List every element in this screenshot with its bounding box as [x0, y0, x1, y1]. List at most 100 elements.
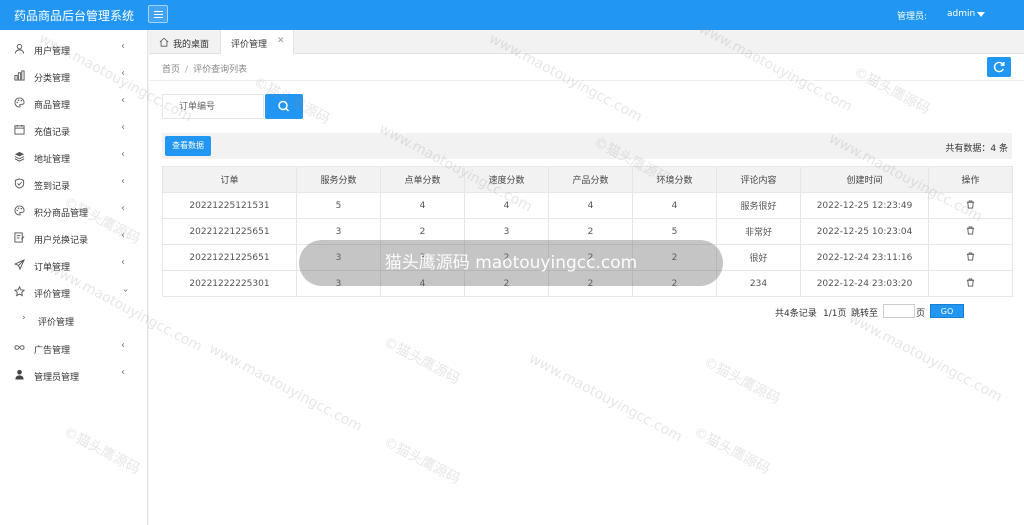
- table-cell: 3: [296, 218, 381, 245]
- sidebar-item-label: 积分商品管理: [34, 209, 89, 219]
- divider: [149, 80, 1024, 81]
- table-cell: 2: [632, 270, 717, 297]
- table-cell: 2022-12-25 12:23:49: [800, 192, 929, 219]
- table-cell: 5: [296, 192, 381, 219]
- go-button[interactable]: GO: [930, 304, 964, 318]
- sidebar-subitem-review-management[interactable]: › 评价管理: [0, 306, 148, 333]
- sidebar-item-points-product-management[interactable]: 积分商品管理 ‹: [0, 197, 148, 224]
- sidebar-item-address-management[interactable]: 地址管理 ‹: [0, 143, 148, 170]
- refresh-button[interactable]: [987, 57, 1011, 77]
- action-cell: [928, 192, 1013, 219]
- sidebar-item-checkin-records[interactable]: 签到记录 ‹: [0, 170, 148, 197]
- chevron-left-icon: ‹: [121, 176, 125, 187]
- palette-icon: [14, 97, 25, 108]
- sidebar-item-user-redemption-records[interactable]: 用户兑换记录 ‹: [0, 224, 148, 251]
- search-button[interactable]: [265, 94, 303, 119]
- breadcrumb-current: 评价查询列表: [193, 65, 248, 75]
- sidebar-item-label: 分类管理: [34, 74, 71, 84]
- sidebar-item-label: 用户管理: [34, 47, 71, 57]
- sidebar-item-label: 用户兑换记录: [34, 236, 89, 246]
- column-header: 速度分数: [464, 166, 549, 193]
- table-cell: 2: [548, 244, 633, 271]
- total-count: 共有数据：4 条: [945, 144, 1008, 154]
- breadcrumb-home[interactable]: 首页: [162, 65, 180, 75]
- main-content: 首页 / 评价查询列表 查看数据 共有数据：4 条 订单 服务分数 点单分数 速度分…: [149, 54, 1024, 525]
- column-header: 订单: [162, 166, 297, 193]
- table-cell: 4: [380, 192, 465, 219]
- table-cell: 很好: [716, 244, 801, 271]
- sidebar-item-recharge-records[interactable]: 充值记录 ‹: [0, 116, 148, 143]
- tab-review-management[interactable]: 评价管理 ✕: [220, 30, 294, 54]
- search-icon: [278, 100, 290, 112]
- sidebar-item-label: 地址管理: [34, 155, 71, 165]
- sidebar-item-category-management[interactable]: 分类管理 ‹: [0, 62, 148, 89]
- bar-chart-icon: [14, 70, 25, 81]
- column-header: 产品分数: [548, 166, 633, 193]
- chevron-left-icon: ‹: [121, 95, 125, 106]
- sidebar-item-label: 评价管理: [34, 290, 71, 300]
- close-icon[interactable]: ✕: [277, 36, 285, 46]
- table-cell: 3: [464, 218, 549, 245]
- trash-icon[interactable]: [966, 199, 975, 209]
- table-cell: 4: [380, 270, 465, 297]
- trash-icon[interactable]: [966, 277, 975, 287]
- sidebar-item-label: 管理员管理: [34, 373, 80, 383]
- view-data-button[interactable]: 查看数据: [165, 136, 211, 156]
- sidebar: 用户管理 ‹ 分类管理 ‹ 商品管理 ‹ 充值记录 ‹ 地址管理 ‹ 签到记录 …: [0, 30, 148, 525]
- top-bar: 药品商品后台管理系统 管理员: admin: [0, 0, 1024, 30]
- home-icon: [159, 37, 169, 47]
- page-jump-input[interactable]: [883, 304, 915, 318]
- sidebar-item-product-management[interactable]: 商品管理 ‹: [0, 89, 148, 116]
- sidebar-item-review-management[interactable]: 评价管理 ‹: [0, 278, 148, 305]
- column-header: 评论内容: [716, 166, 801, 193]
- sidebar-item-label: 签到记录: [34, 182, 71, 192]
- table-cell: 3: [296, 270, 381, 297]
- menu-toggle-button[interactable]: [148, 5, 168, 23]
- admin-user-menu[interactable]: admin: [947, 9, 975, 19]
- tab-home[interactable]: 我的桌面: [149, 30, 219, 54]
- caret-down-icon[interactable]: [977, 12, 985, 17]
- tab-bar: 我的桌面 评价管理 ✕: [149, 30, 1024, 54]
- table-cell: 2: [464, 270, 549, 297]
- hamburger-icon: [154, 11, 163, 12]
- sidebar-item-label: 商品管理: [34, 101, 71, 111]
- table-cell: 3: [380, 244, 465, 271]
- chevron-left-icon: ‹: [121, 367, 125, 378]
- breadcrumb-separator: /: [185, 65, 189, 75]
- chevron-left-icon: ‹: [121, 68, 125, 79]
- chevron-left-icon: ‹: [121, 230, 125, 241]
- trash-icon[interactable]: [966, 225, 975, 235]
- table-cell: 2: [380, 218, 465, 245]
- table-cell: 2022-12-25 10:23:04: [800, 218, 929, 245]
- send-icon: [14, 259, 25, 270]
- table-row: 20221221225651 3 2 3 2 5 非常好 2022-12-25 …: [162, 218, 1013, 245]
- review-table: 订单 服务分数 点单分数 速度分数 产品分数 环境分数 评论内容 创建时间 操作…: [162, 166, 1013, 297]
- table-cell: 服务很好: [716, 192, 801, 219]
- table-header-row: 订单 服务分数 点单分数 速度分数 产品分数 环境分数 评论内容 创建时间 操作: [162, 166, 1013, 193]
- table-cell: 非常好: [716, 218, 801, 245]
- table-cell: 2: [548, 270, 633, 297]
- order-number-search-input[interactable]: [162, 94, 264, 119]
- column-header: 服务分数: [296, 166, 381, 193]
- chevron-left-icon: ‹: [121, 203, 125, 214]
- sidebar-item-user-management[interactable]: 用户管理 ‹: [0, 35, 148, 62]
- table-cell: 20221221225651: [162, 244, 297, 271]
- table-cell: 2: [464, 244, 549, 271]
- sidebar-item-admin-management[interactable]: 管理员管理 ‹: [0, 361, 148, 388]
- column-header: 操作: [928, 166, 1013, 193]
- sidebar-item-ad-management[interactable]: 广告管理 ‹: [0, 334, 148, 361]
- chevron-right-icon: ›: [22, 313, 26, 323]
- sidebar-item-order-management[interactable]: 订单管理 ‹: [0, 251, 148, 278]
- refresh-icon: [993, 61, 1005, 73]
- edit-document-icon: [14, 232, 25, 243]
- chevron-left-icon: ‹: [121, 149, 125, 160]
- table-cell: 2022-12-24 23:11:16: [800, 244, 929, 271]
- chevron-left-icon: ‹: [121, 122, 125, 133]
- admin-label: 管理员:: [897, 12, 928, 22]
- trash-icon[interactable]: [966, 251, 975, 261]
- column-header: 环境分数: [632, 166, 717, 193]
- table-cell: 4: [632, 192, 717, 219]
- layers-icon: [14, 151, 25, 162]
- column-header: 点单分数: [380, 166, 465, 193]
- star-icon: [14, 286, 25, 297]
